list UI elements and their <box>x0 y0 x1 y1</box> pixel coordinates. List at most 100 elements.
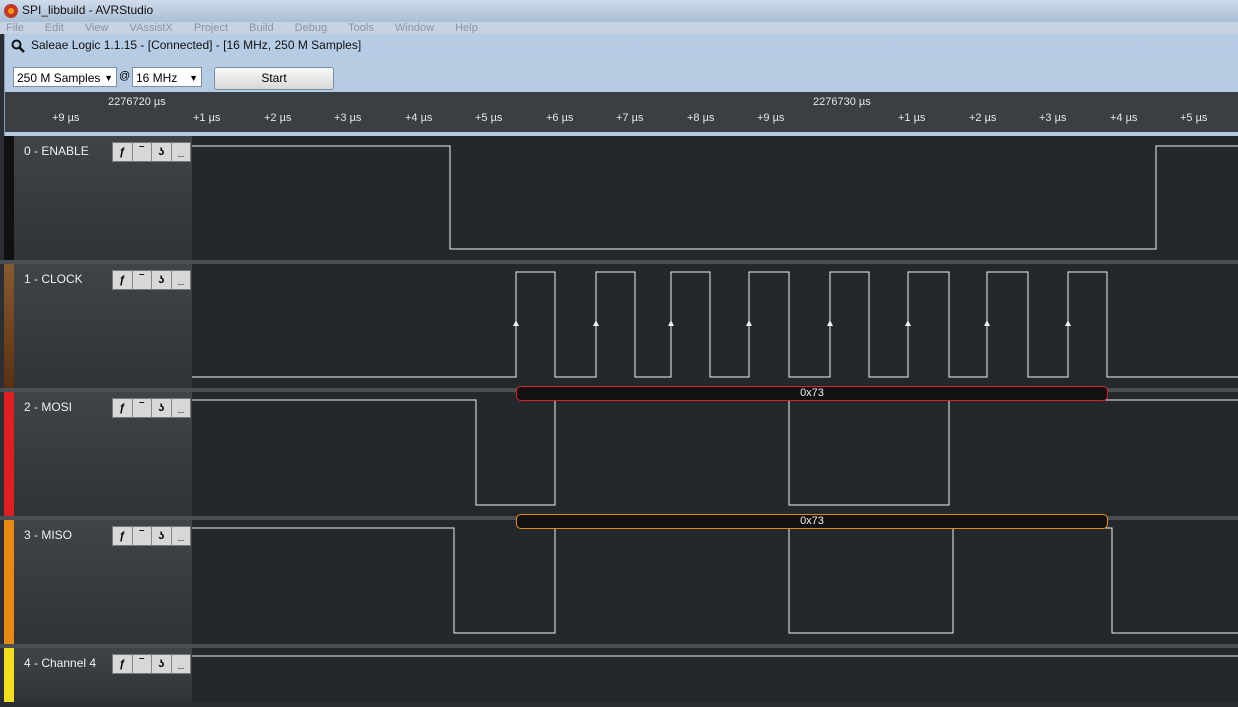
window-title: SPI_libbuild - AVRStudio <box>22 3 154 17</box>
sample-rate-select[interactable]: 16 MHz ▼ <box>132 67 202 87</box>
chevron-down-icon: ▼ <box>104 73 113 83</box>
decoded-value: 0x73 <box>800 515 824 527</box>
menu-window[interactable]: Window <box>395 22 434 34</box>
capture-toolbar: 250 M Samples ▼ @ 16 MHz ▼ Start <box>5 64 1238 90</box>
trigger-buttons: ƒ ‾ ʖ _ <box>112 654 191 674</box>
tick-label: +6 µs <box>546 112 574 124</box>
falling-edge-trigger-icon[interactable]: ʖ <box>152 399 172 417</box>
menu-tools[interactable]: Tools <box>348 22 374 34</box>
tick-label: +4 µs <box>1110 112 1138 124</box>
trigger-buttons: ƒ ‾ ʖ _ <box>112 142 191 162</box>
low-level-trigger-icon[interactable]: _ <box>172 527 191 545</box>
mosi-waveform <box>192 399 1238 506</box>
rising-edge-trigger-icon[interactable]: ƒ <box>113 399 133 417</box>
rising-edge-trigger-icon[interactable]: ƒ <box>113 655 133 673</box>
start-button[interactable]: Start <box>214 67 334 90</box>
channel-name: 1 - CLOCK <box>24 272 83 286</box>
samples-select[interactable]: 250 M Samples ▼ <box>13 67 117 87</box>
miso-waveform <box>192 527 1238 634</box>
low-level-trigger-icon[interactable]: _ <box>172 399 191 417</box>
trigger-buttons: ƒ ‾ ʖ _ <box>112 270 191 290</box>
trigger-buttons: ƒ ‾ ʖ _ <box>112 526 191 546</box>
tick-label: +9 µs <box>52 112 80 124</box>
low-level-trigger-icon[interactable]: _ <box>172 655 191 673</box>
logic-title: Saleae Logic 1.1.15 - [Connected] - [16 … <box>31 38 362 52</box>
rising-edge-trigger-icon[interactable]: ƒ <box>113 271 133 289</box>
major-time-label: 2276730 µs <box>813 96 871 108</box>
waveform-plot[interactable] <box>192 136 1238 260</box>
channel4-waveform <box>192 655 1238 657</box>
decoded-value: 0x73 <box>800 387 824 399</box>
samples-value: 250 M Samples <box>17 71 101 85</box>
waveform-plot[interactable]: 0x73 <box>192 386 1238 516</box>
avrstudio-titlebar: SPI_libbuild - AVRStudio <box>0 0 1238 22</box>
major-time-label: 2276720 µs <box>108 96 166 108</box>
tick-label: +1 µs <box>898 112 926 124</box>
tick-label: +8 µs <box>687 112 715 124</box>
tick-label: +4 µs <box>405 112 433 124</box>
channel-color-strip <box>4 520 14 644</box>
channel-color-strip <box>4 648 14 702</box>
channel-color-strip <box>4 264 14 388</box>
channel-label-panel[interactable]: 4 - Channel 4 ƒ ‾ ʖ _ <box>4 648 193 702</box>
waveform-plot[interactable]: 0x73 <box>192 514 1238 644</box>
enable-waveform <box>192 145 1238 250</box>
tick-label: +7 µs <box>616 112 644 124</box>
waveform-plot[interactable] <box>192 264 1238 388</box>
tick-label: +5 µs <box>475 112 503 124</box>
high-level-trigger-icon[interactable]: ‾ <box>133 527 152 545</box>
menu-file[interactable]: File <box>6 22 24 34</box>
tick-label: +9 µs <box>757 112 785 124</box>
avrstudio-app-icon <box>4 4 18 18</box>
channel-name: 4 - Channel 4 <box>24 656 97 670</box>
channel-label-panel[interactable]: 0 - ENABLE ƒ ‾ ʖ _ <box>4 136 193 260</box>
falling-edge-trigger-icon[interactable]: ʖ <box>152 271 172 289</box>
falling-edge-trigger-icon[interactable]: ʖ <box>152 655 172 673</box>
menu-project[interactable]: Project <box>194 22 228 34</box>
spi-decode-bubble[interactable]: 0x73 <box>516 514 1108 529</box>
spi-decode-bubble[interactable]: 0x73 <box>516 386 1108 401</box>
channel-0: 0 - ENABLE ƒ ‾ ʖ _ <box>4 136 1238 260</box>
falling-edge-trigger-icon[interactable]: ʖ <box>152 527 172 545</box>
rising-edge-trigger-icon[interactable]: ƒ <box>113 143 133 161</box>
chevron-down-icon: ▼ <box>189 73 198 83</box>
menu-view[interactable]: View <box>85 22 109 34</box>
channel-name: 3 - MISO <box>24 528 73 542</box>
high-level-trigger-icon[interactable]: ‾ <box>133 655 152 673</box>
at-symbol: @ <box>119 70 131 82</box>
menu-edit[interactable]: Edit <box>45 22 64 34</box>
menu-debug[interactable]: Debug <box>295 22 327 34</box>
channel-name: 2 - MOSI <box>24 400 73 414</box>
falling-edge-trigger-icon[interactable]: ʖ <box>152 143 172 161</box>
channel-color-strip <box>4 136 14 260</box>
tick-label: +3 µs <box>1039 112 1067 124</box>
channel-label-panel[interactable]: 3 - MISO ƒ ‾ ʖ _ <box>4 520 193 644</box>
high-level-trigger-icon[interactable]: ‾ <box>133 399 152 417</box>
menu-build[interactable]: Build <box>249 22 273 34</box>
channel-2: 2 - MOSI ƒ ‾ ʖ _ 0x73 <box>4 386 1238 516</box>
tick-label: +2 µs <box>264 112 292 124</box>
menu-help[interactable]: Help <box>455 22 478 34</box>
rising-edge-trigger-icon[interactable]: ƒ <box>113 527 133 545</box>
time-ruler[interactable]: 2276720 µs 2276730 µs +9 µs +1 µs +2 µs … <box>5 92 1238 132</box>
clock-waveform <box>192 271 1238 378</box>
waveform-plot[interactable] <box>192 648 1238 702</box>
channel-label-panel[interactable]: 1 - CLOCK ƒ ‾ ʖ _ <box>4 264 193 388</box>
low-level-trigger-icon[interactable]: _ <box>172 271 191 289</box>
rate-value: 16 MHz <box>136 71 178 85</box>
tick-label: +5 µs <box>1180 112 1208 124</box>
high-level-trigger-icon[interactable]: ‾ <box>133 271 152 289</box>
channel-4: 4 - Channel 4 ƒ ‾ ʖ _ <box>4 648 1238 702</box>
high-level-trigger-icon[interactable]: ‾ <box>133 143 152 161</box>
avrstudio-menubar: File Edit View VAssistX Project Build De… <box>0 22 1238 34</box>
tick-label: +1 µs <box>193 112 221 124</box>
channel-color-strip <box>4 392 14 516</box>
menu-vassistx[interactable]: VAssistX <box>130 22 173 34</box>
tick-label: +2 µs <box>969 112 997 124</box>
channel-3: 3 - MISO ƒ ‾ ʖ _ 0x73 <box>4 514 1238 644</box>
low-level-trigger-icon[interactable]: _ <box>172 143 191 161</box>
magnifier-icon <box>11 39 25 53</box>
channel-1: 1 - CLOCK ƒ ‾ ʖ _ <box>4 264 1238 388</box>
channel-label-panel[interactable]: 2 - MOSI ƒ ‾ ʖ _ <box>4 392 193 516</box>
logic-titlebar: Saleae Logic 1.1.15 - [Connected] - [16 … <box>5 34 1238 58</box>
